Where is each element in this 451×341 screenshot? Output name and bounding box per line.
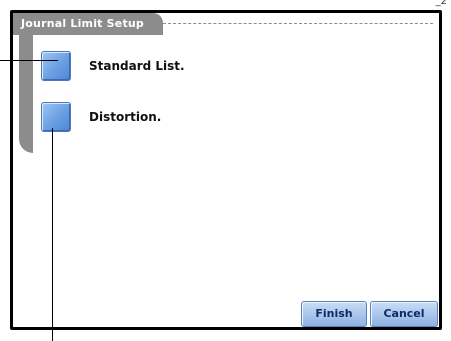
distortion-button[interactable] bbox=[41, 102, 71, 132]
distortion-label: Distortion. bbox=[89, 110, 162, 124]
callout-line-standard-list bbox=[0, 60, 58, 61]
standard-list-label: Standard List. bbox=[89, 59, 185, 73]
title-divider bbox=[163, 23, 433, 24]
option-distortion[interactable]: Distortion. bbox=[41, 100, 161, 134]
callout-line-distortion bbox=[52, 128, 53, 341]
finish-button[interactable]: Finish bbox=[301, 301, 367, 327]
standard-list-button[interactable] bbox=[41, 51, 71, 81]
journal-limit-setup-dialog: Journal Limit Setup Standard List. Disto… bbox=[10, 10, 442, 330]
cancel-button[interactable]: Cancel bbox=[370, 301, 438, 327]
page-corner-text: _2 bbox=[435, 0, 447, 7]
dialog-title-tab: Journal Limit Setup bbox=[13, 13, 163, 35]
side-bracket bbox=[19, 35, 33, 153]
option-standard-list[interactable]: Standard List. bbox=[41, 49, 185, 83]
